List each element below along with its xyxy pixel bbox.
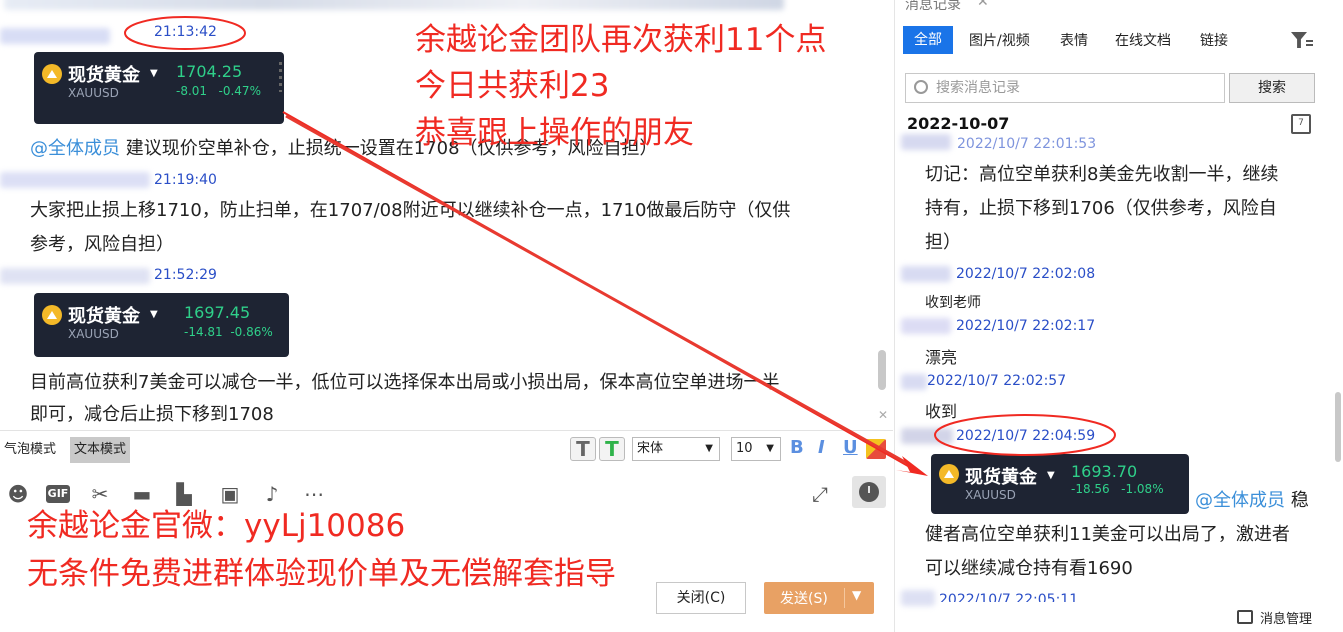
circle-annotation: [124, 16, 246, 50]
annotation-layer: [124, 16, 1116, 476]
arrow-line: [285, 114, 913, 468]
circle-annotation: [934, 414, 1116, 456]
